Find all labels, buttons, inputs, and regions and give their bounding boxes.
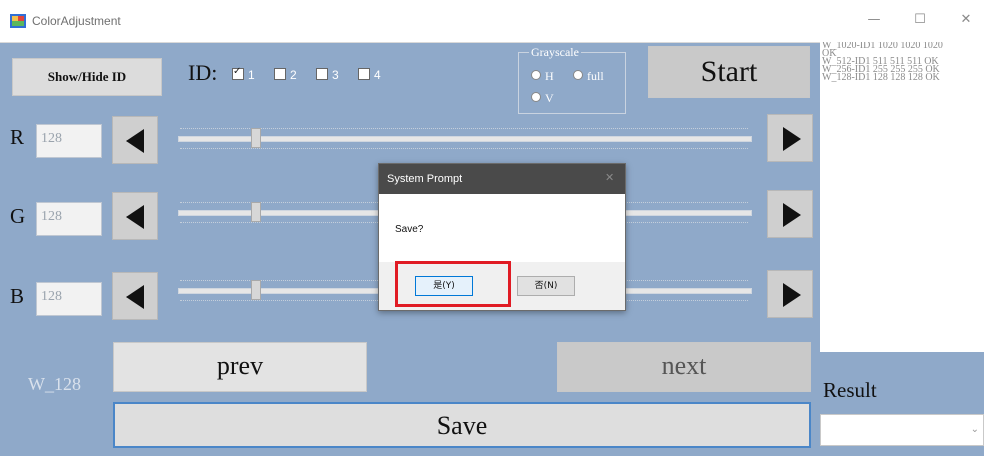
radio-h[interactable]: H bbox=[531, 69, 554, 84]
right-arrow-icon bbox=[783, 203, 801, 227]
show-hide-id-button[interactable]: Show/Hide ID bbox=[12, 58, 162, 96]
color-adjustment-window: ColorAdjustment — ☐ ✕ Show/Hide ID ID: 1… bbox=[0, 0, 984, 456]
checkbox-box[interactable] bbox=[274, 68, 286, 80]
channel-value-b[interactable]: 128 bbox=[36, 282, 102, 316]
channel-label-b: B bbox=[10, 284, 25, 308]
channel-label-g: G bbox=[10, 204, 26, 228]
radio-dot[interactable] bbox=[531, 70, 541, 80]
dialog-message: Save? bbox=[395, 224, 424, 235]
result-label: Result bbox=[823, 378, 877, 402]
grayscale-legend: Grayscale bbox=[529, 45, 581, 60]
dialog-title: System Prompt bbox=[387, 173, 463, 185]
result-line: W_1020-ID1 1020 1020 1020 bbox=[822, 42, 943, 51]
slider-track-r[interactable] bbox=[178, 136, 752, 142]
radio-label: H bbox=[545, 69, 554, 83]
checkbox-box[interactable] bbox=[358, 68, 370, 80]
slider-thumb-b[interactable] bbox=[251, 280, 262, 300]
channel-value-r[interactable]: 128 bbox=[36, 124, 102, 158]
dialog-no-button[interactable]: 否(N) bbox=[517, 276, 575, 296]
checkbox-label: 1 bbox=[248, 68, 255, 82]
right-arrow-icon bbox=[783, 127, 801, 151]
left-arrow-icon bbox=[126, 205, 144, 229]
decrease-b-button[interactable] bbox=[112, 272, 158, 320]
channel-value-g[interactable]: 128 bbox=[36, 202, 102, 236]
checkbox-label: 2 bbox=[290, 68, 297, 82]
next-button[interactable]: next bbox=[557, 342, 811, 392]
radio-dot[interactable] bbox=[531, 92, 541, 102]
id-checkbox-3[interactable]: 3 bbox=[316, 68, 339, 82]
left-arrow-icon bbox=[126, 285, 144, 309]
checkbox-box[interactable] bbox=[232, 66, 244, 80]
radio-v[interactable]: V bbox=[531, 91, 554, 106]
highlight-box bbox=[395, 261, 511, 307]
radio-full[interactable]: full bbox=[573, 69, 604, 84]
dialog-title-bar: System Prompt ✕ bbox=[379, 164, 625, 194]
id-label: ID: bbox=[188, 60, 218, 85]
radio-label: V bbox=[545, 91, 554, 105]
results-list[interactable]: W_1020-ID1 1020 1020 1020 OK W_512-ID1 5… bbox=[820, 42, 984, 352]
result-dropdown[interactable]: ⌄ bbox=[820, 414, 984, 446]
decrease-r-button[interactable] bbox=[112, 116, 158, 164]
right-arrow-icon bbox=[783, 283, 801, 307]
start-button[interactable]: Start bbox=[648, 46, 810, 98]
save-button[interactable]: Save bbox=[113, 402, 811, 448]
grayscale-group: Grayscale H full V bbox=[518, 45, 626, 114]
dialog-close-icon[interactable]: ✕ bbox=[605, 171, 614, 184]
radio-dot[interactable] bbox=[573, 70, 583, 80]
id-checkbox-1[interactable]: 1 bbox=[232, 66, 255, 82]
current-pattern-label: W_128 bbox=[28, 374, 81, 394]
slider-thumb-r[interactable] bbox=[251, 128, 262, 148]
result-line: W_128-ID1 128 128 128 OK bbox=[822, 72, 940, 83]
slider-thumb-g[interactable] bbox=[251, 202, 262, 222]
left-arrow-icon bbox=[126, 129, 144, 153]
channel-label-r: R bbox=[10, 125, 25, 149]
slider-ticks bbox=[180, 148, 748, 149]
radio-label: full bbox=[587, 69, 604, 83]
minimize-button[interactable]: — bbox=[858, 8, 890, 32]
app-icon bbox=[10, 14, 26, 28]
close-button[interactable]: ✕ bbox=[950, 8, 982, 32]
prev-button[interactable]: prev bbox=[113, 342, 367, 392]
increase-b-button[interactable] bbox=[767, 270, 813, 318]
increase-g-button[interactable] bbox=[767, 190, 813, 238]
checkbox-label: 3 bbox=[332, 68, 339, 82]
maximize-button[interactable]: ☐ bbox=[904, 8, 936, 32]
id-checkbox-4[interactable]: 4 bbox=[358, 68, 381, 82]
chevron-down-icon[interactable]: ⌄ bbox=[971, 424, 979, 435]
title-bar: ColorAdjustment — ☐ ✕ bbox=[0, 0, 984, 43]
id-checkbox-2[interactable]: 2 bbox=[274, 68, 297, 82]
increase-r-button[interactable] bbox=[767, 114, 813, 162]
checkbox-label: 4 bbox=[374, 68, 381, 82]
decrease-g-button[interactable] bbox=[112, 192, 158, 240]
window-title: ColorAdjustment bbox=[32, 14, 121, 28]
checkbox-box[interactable] bbox=[316, 68, 328, 80]
slider-ticks bbox=[180, 128, 748, 129]
